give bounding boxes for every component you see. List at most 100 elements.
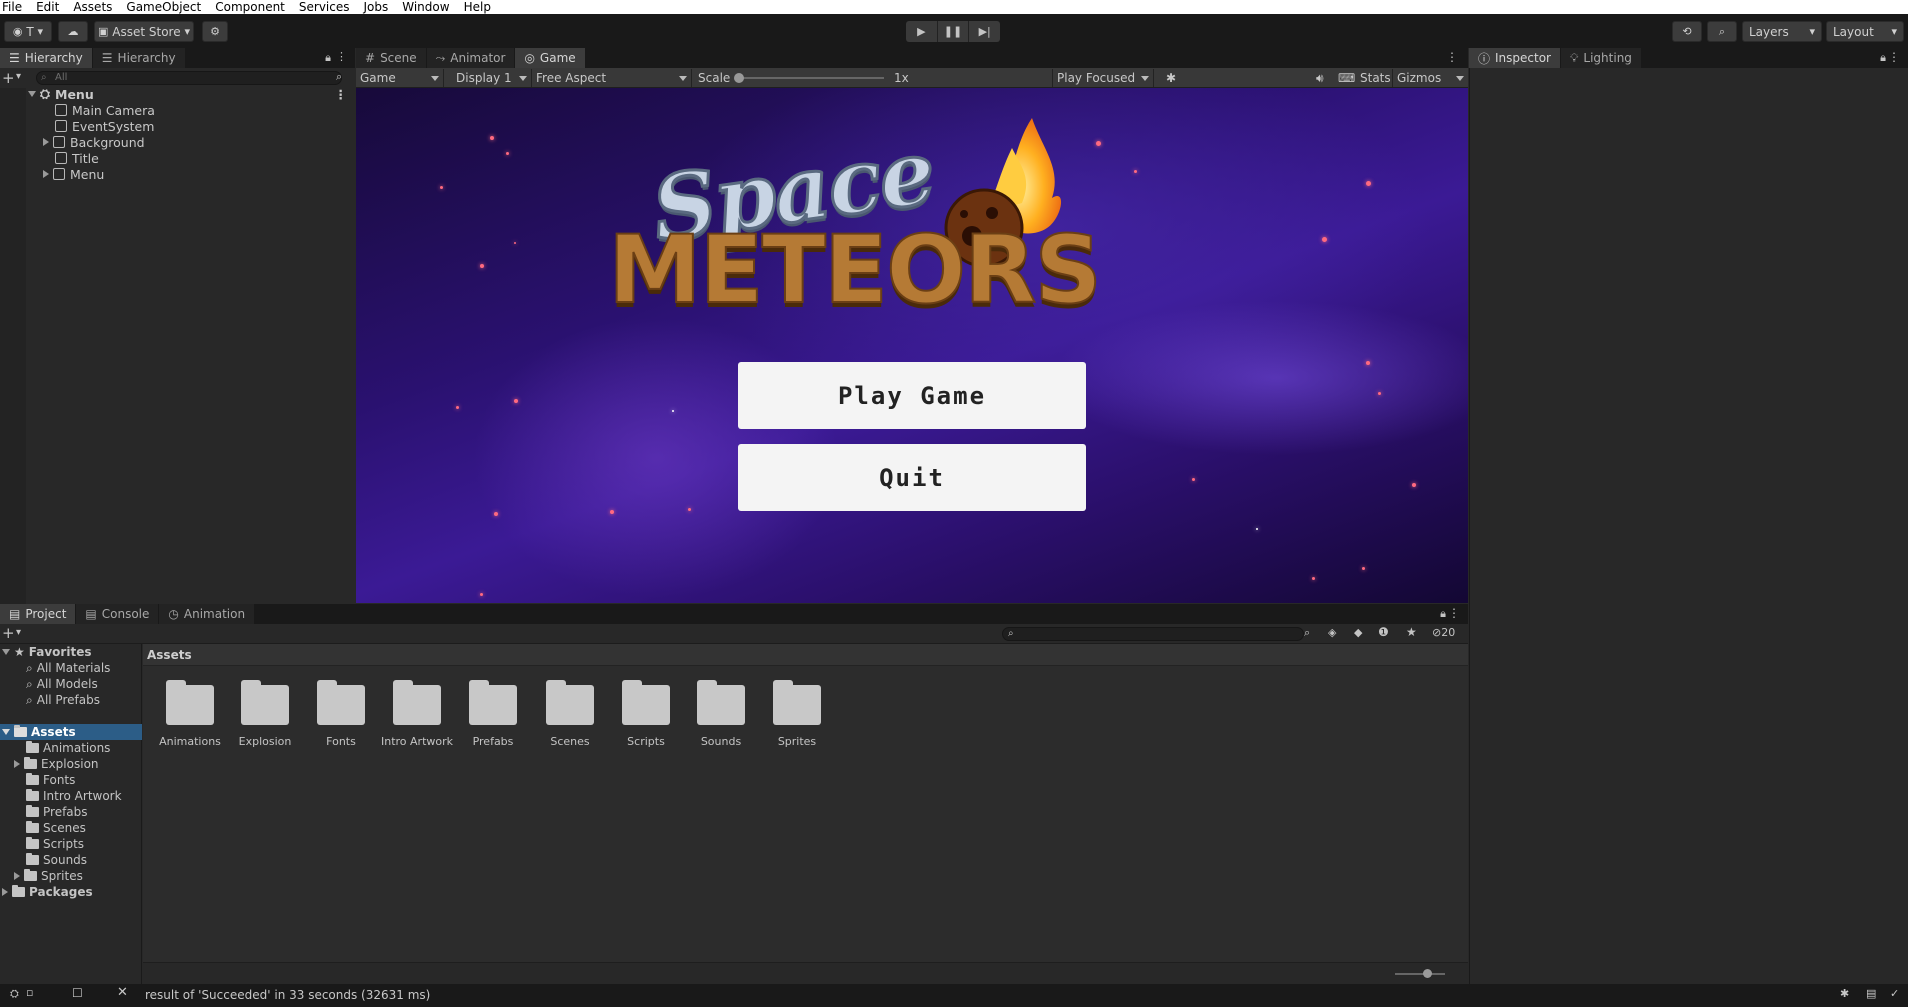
menu-help[interactable]: Help xyxy=(464,0,491,14)
asset-folder[interactable]: Sprites xyxy=(759,680,835,748)
asset-folder[interactable]: Scenes xyxy=(532,680,608,748)
tab-console[interactable]: ▤ Console xyxy=(76,604,160,624)
bug-button[interactable]: ✱ xyxy=(1162,69,1184,87)
icon-size-slider-track[interactable] xyxy=(1395,973,1445,975)
asset-folder[interactable]: Explosion xyxy=(227,680,303,748)
tree-folder[interactable]: Scenes xyxy=(0,820,142,836)
expand-icon[interactable] xyxy=(2,649,10,655)
search-button[interactable]: ⌕ xyxy=(1707,21,1737,42)
tab-hierarchy-2[interactable]: ☰ Hierarchy xyxy=(92,48,186,68)
expand-icon[interactable] xyxy=(2,888,8,896)
display-dropdown[interactable]: Display 1 xyxy=(452,69,532,87)
expand-icon[interactable] xyxy=(28,91,36,97)
search-filter-icon[interactable]: ⌕ xyxy=(336,70,342,84)
menu-component[interactable]: Component xyxy=(215,0,285,14)
stats-button[interactable]: Stats xyxy=(1356,69,1391,87)
game-view[interactable]: Space METEORS Play Game Quit xyxy=(356,88,1468,603)
menu-window[interactable]: Window xyxy=(402,0,449,14)
lock-icon[interactable]: 🔒︎ xyxy=(1880,51,1886,65)
hidden-packages-button[interactable]: ⊘20 xyxy=(1432,626,1455,639)
asset-store-button[interactable]: ▣ Asset Store ▾ xyxy=(94,21,194,42)
menu-file[interactable]: File xyxy=(2,0,22,14)
layers-dropdown[interactable]: Layers ▾ xyxy=(1742,21,1822,42)
asset-folder[interactable]: Sounds xyxy=(683,680,759,748)
play-mode-dropdown[interactable]: Play Focused xyxy=(1052,69,1154,87)
favorites-header[interactable]: ★ Favorites xyxy=(0,644,142,660)
chevron-down-icon[interactable]: ▾ xyxy=(16,627,21,638)
hierarchy-search-input[interactable]: ⌕ All xyxy=(36,71,342,85)
tab-animation[interactable]: ◷ Animation xyxy=(159,604,256,624)
tab-lighting[interactable]: 💡︎ Lighting xyxy=(1561,48,1642,68)
tree-folder[interactable]: Prefabs xyxy=(0,804,142,820)
expand-icon[interactable] xyxy=(43,170,49,178)
notification-icon[interactable]: ▤ xyxy=(1866,987,1876,1000)
close-icon[interactable]: ✕ xyxy=(117,985,128,1000)
menu-jobs[interactable]: Jobs xyxy=(364,0,389,14)
play-button[interactable]: ▶ xyxy=(906,21,938,42)
menu-assets[interactable]: Assets xyxy=(73,0,112,14)
warning-icon[interactable]: ❶ xyxy=(1378,625,1389,639)
menu-services[interactable]: Services xyxy=(299,0,350,14)
scene-row-menu[interactable]: ⛭ Menu ⋮ xyxy=(28,86,353,102)
menu-gameobject[interactable]: GameObject xyxy=(126,0,201,14)
expand-icon[interactable] xyxy=(2,729,10,735)
tab-animator[interactable]: ⤳ Animator xyxy=(426,48,516,68)
tree-folder[interactable]: Explosion xyxy=(0,756,142,772)
tree-folder[interactable]: Sounds xyxy=(0,852,142,868)
more-icon[interactable]: ⋮ xyxy=(335,87,348,102)
menu-edit[interactable]: Edit xyxy=(36,0,59,14)
tab-game[interactable]: ◎ Game xyxy=(515,48,586,68)
tab-inspector[interactable]: ⓘ Inspector xyxy=(1469,48,1561,68)
search-filter-icon[interactable]: ⌕ xyxy=(1304,626,1310,640)
hierarchy-item[interactable]: Main Camera xyxy=(55,102,155,118)
favorite-item[interactable]: ⌕ All Materials xyxy=(0,660,142,676)
more-icon[interactable]: ⋮ xyxy=(1446,50,1458,64)
pause-button[interactable]: ❚❚ xyxy=(938,21,970,42)
more-icon[interactable]: ⋮ xyxy=(336,50,347,63)
asset-folder[interactable]: Scripts xyxy=(608,680,684,748)
expand-icon[interactable] xyxy=(14,760,20,768)
tab-project[interactable]: ▤ Project xyxy=(0,604,77,624)
favorite-item[interactable]: ⌕ All Prefabs xyxy=(0,692,142,708)
expand-icon[interactable] xyxy=(43,138,49,146)
gizmos-dropdown[interactable] xyxy=(1450,69,1468,87)
tree-folder[interactable]: Scripts xyxy=(0,836,142,852)
tab-hierarchy-1[interactable]: ☰ Hierarchy xyxy=(0,48,93,68)
more-icon[interactable]: ⋮ xyxy=(1448,606,1460,620)
history-button[interactable]: ⟲ xyxy=(1672,21,1702,42)
debug-icon[interactable]: ✱ xyxy=(1840,987,1849,1000)
breadcrumb-assets[interactable]: Assets xyxy=(147,648,192,662)
aspect-dropdown[interactable]: Free Aspect xyxy=(532,69,692,87)
asset-folder[interactable]: Fonts xyxy=(303,680,379,748)
filter-type-icon[interactable]: ◈ xyxy=(1328,626,1336,639)
asset-folder[interactable]: Prefabs xyxy=(455,680,531,748)
label-icon[interactable]: ◆ xyxy=(1354,626,1362,639)
play-game-button[interactable]: Play Game xyxy=(738,362,1086,429)
expand-icon[interactable] xyxy=(14,872,20,880)
cloud-button[interactable]: ☁ xyxy=(58,21,88,42)
hierarchy-item[interactable]: Background xyxy=(43,134,145,150)
hierarchy-item[interactable]: Title xyxy=(55,150,99,166)
tree-folder[interactable]: Intro Artwork xyxy=(0,788,142,804)
assets-root[interactable]: Assets xyxy=(0,724,142,740)
chevron-down-icon[interactable]: ▾ xyxy=(16,71,21,82)
lock-icon[interactable]: 🔒︎ xyxy=(1440,607,1446,621)
maximize-icon[interactable]: ☐ xyxy=(72,986,83,1000)
quit-button[interactable]: Quit xyxy=(738,444,1086,511)
icon-size-slider-handle[interactable] xyxy=(1423,969,1432,978)
add-button[interactable]: + xyxy=(2,624,15,642)
lock-icon[interactable]: 🔒︎ xyxy=(325,51,331,65)
hierarchy-item[interactable]: EventSystem xyxy=(55,118,154,134)
step-button[interactable]: ▶| xyxy=(969,21,1000,42)
keyboard-button[interactable]: ⌨ xyxy=(1334,69,1355,87)
mute-button[interactable]: 🔊︎ xyxy=(1312,69,1332,87)
star-icon[interactable]: ★ xyxy=(1406,625,1417,639)
tab-scene[interactable]: # Scene xyxy=(356,48,427,68)
scale-slider-handle[interactable] xyxy=(734,73,744,83)
account-button[interactable]: ◉ T ▾ xyxy=(4,21,52,42)
layout-dropdown[interactable]: Layout ▾ xyxy=(1826,21,1904,42)
asset-folder[interactable]: Animations xyxy=(152,680,228,748)
status-message[interactable]: result of 'Succeeded' in 33 seconds (326… xyxy=(145,988,430,1002)
more-icon[interactable]: ⋮ xyxy=(1888,50,1900,64)
tree-folder[interactable]: Animations xyxy=(0,740,142,756)
